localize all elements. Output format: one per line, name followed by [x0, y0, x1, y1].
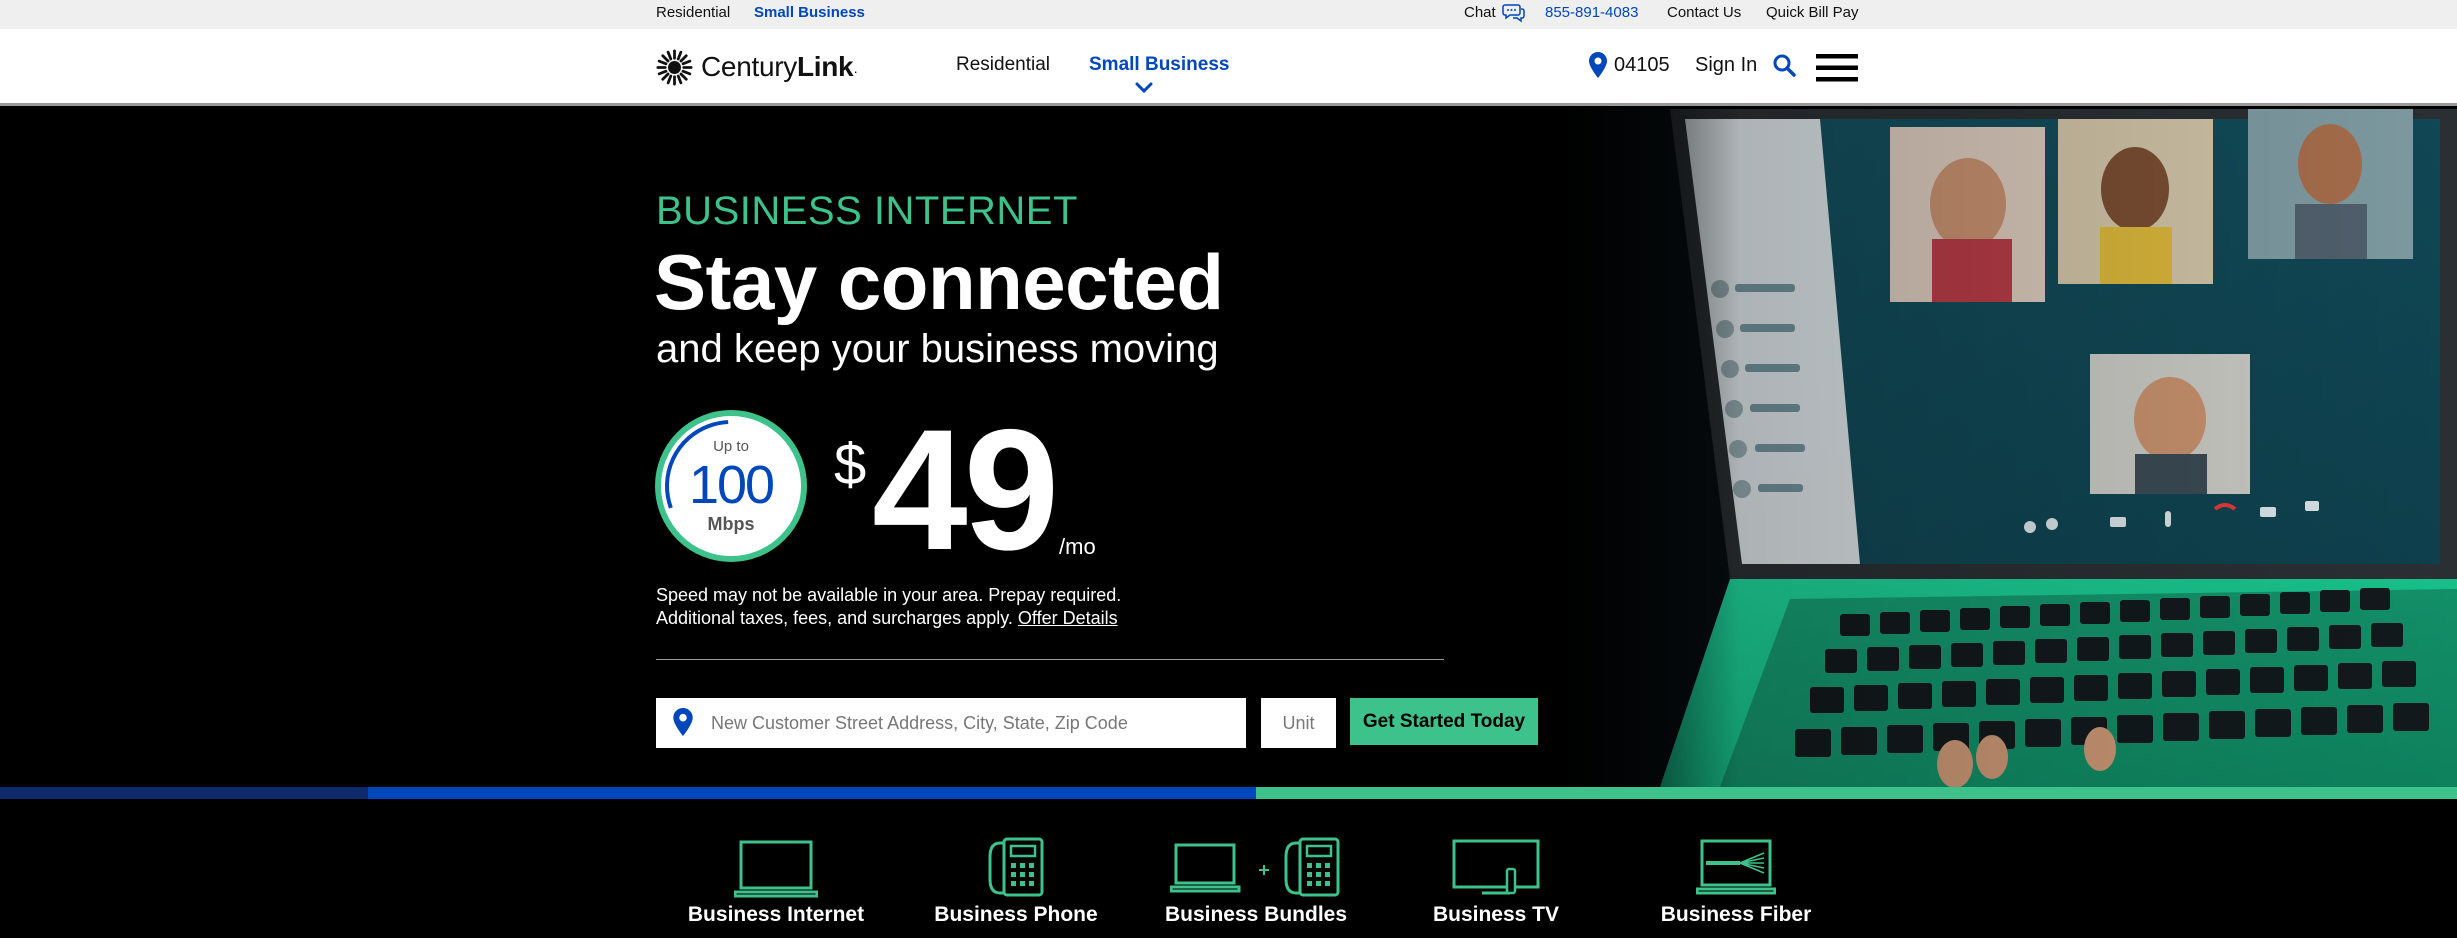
product-business-internet[interactable]: Business Internet: [646, 799, 906, 938]
address-field[interactable]: [656, 698, 1246, 748]
unit-field[interactable]: [1261, 698, 1336, 748]
hero-divider: [656, 659, 1444, 660]
nav-small-business[interactable]: Small Business: [1089, 54, 1229, 76]
offer-details-link[interactable]: Offer Details: [1018, 608, 1118, 628]
tv-icon: [1452, 839, 1540, 895]
laptop-icon: [734, 840, 818, 898]
phone-link[interactable]: 855-891-4083: [1545, 4, 1638, 21]
speed-unit: Mbps: [707, 514, 755, 534]
address-input[interactable]: [711, 698, 1241, 748]
stripe-green: [1256, 787, 2457, 799]
stripe-blue: [368, 787, 1256, 799]
chevron-down-icon: [1135, 82, 1153, 94]
video-call-laptop-image: [1560, 109, 2457, 787]
speed-prefix: Up to: [713, 438, 749, 455]
hero-headline: Stay connected: [654, 238, 1224, 326]
desk-phone-icon: [988, 837, 1044, 897]
product-business-bundles[interactable]: Business Bundles: [1126, 799, 1386, 938]
offer-disclaimer: Speed may not be available in your area.…: [656, 584, 1121, 630]
product-row: Business Internet Business Phone Busines…: [0, 799, 2457, 938]
disclaimer-line-2: Additional taxes, fees, and surcharges a…: [656, 608, 1118, 628]
chat-link[interactable]: Chat: [1464, 4, 1496, 21]
stripe-navy: [0, 787, 368, 799]
location-pin-icon: [673, 708, 693, 736]
get-started-button[interactable]: Get Started Today: [1350, 698, 1538, 745]
fiber-laptop-icon: [1696, 839, 1776, 895]
unit-input[interactable]: [1261, 698, 1336, 748]
contact-us-link[interactable]: Contact Us: [1667, 4, 1741, 21]
hero-banner: BUSINESS INTERNET Stay connected and kee…: [0, 109, 2457, 787]
product-label: Business Fiber: [1660, 903, 1812, 926]
product-label: Business TV: [1432, 903, 1560, 926]
centurylink-logo[interactable]: CenturyLink·: [656, 47, 858, 87]
logo-wordmark: CenturyLink·: [701, 51, 858, 82]
speed-value: 100: [688, 455, 775, 515]
product-business-fiber[interactable]: Business Fiber: [1606, 799, 1866, 938]
location-pin-icon[interactable]: [1589, 52, 1607, 78]
centurylink-logo-mark-icon: [656, 48, 693, 86]
hamburger-menu-icon[interactable]: [1816, 53, 1858, 83]
main-nav: CenturyLink· Residential Small Business …: [0, 29, 2457, 106]
quick-bill-pay-link[interactable]: Quick Bill Pay: [1766, 4, 1859, 21]
utility-small-business-link[interactable]: Small Business: [754, 4, 865, 21]
product-business-tv[interactable]: Business TV: [1366, 799, 1626, 938]
search-icon[interactable]: [1772, 53, 1796, 77]
hero-eyebrow: BUSINESS INTERNET: [656, 189, 1078, 233]
speed-badge: Up to 100 Mbps: [655, 410, 807, 562]
chat-icon[interactable]: [1502, 3, 1526, 23]
product-label: Business Bundles: [1164, 903, 1348, 926]
price-currency: $: [834, 432, 867, 497]
zip-code[interactable]: 04105: [1614, 54, 1670, 77]
hero-subhead: and keep your business moving: [656, 327, 1219, 371]
nav-residential[interactable]: Residential: [956, 54, 1050, 76]
laptop-plus-phone-icon: [1170, 837, 1340, 897]
disclaimer-line-1: Speed may not be available in your area.…: [656, 585, 1122, 605]
sign-in-link[interactable]: Sign In: [1695, 54, 1757, 77]
utility-residential-link[interactable]: Residential: [656, 4, 730, 21]
product-label: Business Internet: [687, 903, 865, 926]
product-label: Business Phone: [934, 903, 1098, 926]
brand-stripe: [0, 787, 2457, 799]
product-business-phone[interactable]: Business Phone: [886, 799, 1146, 938]
utility-bar: Residential Small Business Chat 855-891-…: [0, 0, 2457, 29]
price-amount: 49: [872, 394, 1059, 586]
price-period: /mo: [1059, 534, 1096, 559]
